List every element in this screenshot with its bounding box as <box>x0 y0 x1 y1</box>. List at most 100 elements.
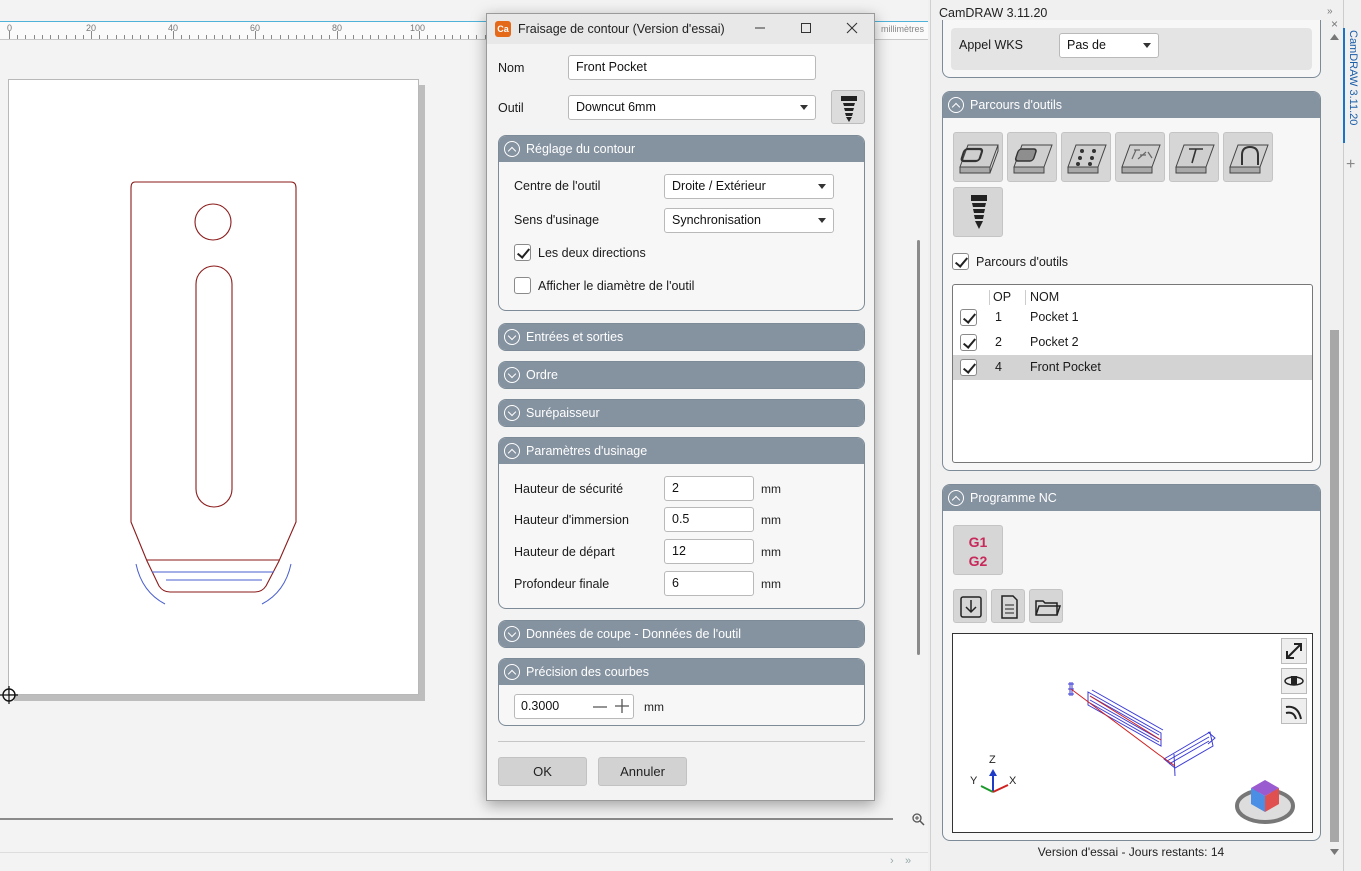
tool-center-select[interactable]: Droite / Extérieur <box>664 174 834 199</box>
machining-direction-select[interactable]: Synchronisation <box>664 208 834 233</box>
row-checkbox[interactable] <box>960 359 977 376</box>
show-tool-diameter-label: Afficher le diamètre de l'outil <box>538 279 695 293</box>
cutting-data-header[interactable]: Données de coupe - Données de l'outil <box>499 621 864 647</box>
drill-toolpath-button[interactable] <box>1061 132 1111 182</box>
toolpaths-visible-checkbox[interactable] <box>952 253 969 270</box>
final-depth-input[interactable]: 6 <box>664 571 754 596</box>
tool-toolpath-button[interactable] <box>953 187 1003 237</box>
contour-settings-header[interactable]: Réglage du contour <box>499 136 864 162</box>
overthickness-header[interactable]: Surépaisseur <box>499 400 864 426</box>
canvas-horizontal-scrollbar[interactable] <box>0 818 893 820</box>
export-nc-button[interactable] <box>953 589 987 623</box>
table-row[interactable]: 1 Pocket 1 <box>953 305 1312 330</box>
open-folder-button[interactable] <box>1029 589 1063 623</box>
chevron-right-icon[interactable]: › <box>890 855 894 867</box>
cancel-button[interactable]: Annuler <box>598 757 687 786</box>
chevron-down-icon <box>504 405 520 421</box>
gcode-g1-label: G1 <box>968 534 988 550</box>
cutting-data-panel[interactable]: Données de coupe - Données de l'outil <box>498 620 865 648</box>
nc-program-header[interactable]: Programme NC <box>943 485 1320 511</box>
unit-label: mm <box>761 482 781 496</box>
machining-parameters-header[interactable]: Paramètres d'usinage <box>499 438 864 464</box>
machining-parameters-panel: Paramètres d'usinage Hauteur de sécurité… <box>498 437 865 609</box>
wks-value: Pas de <box>1067 38 1106 52</box>
chevron-down-icon <box>800 105 808 110</box>
panel-title: Précision des courbes <box>526 665 649 679</box>
rotate-view-button[interactable] <box>1281 668 1307 694</box>
generate-gcode-button[interactable]: G1 G2 <box>953 525 1003 575</box>
toolpath-3d-viewport[interactable]: Z Y X <box>952 633 1313 833</box>
scroll-down-icon[interactable] <box>1330 848 1339 856</box>
canvas-status-strip: › » <box>0 852 928 871</box>
wks-select[interactable]: Pas de <box>1059 33 1159 58</box>
tool-center-label: Centre de l'outil <box>514 179 601 193</box>
scroll-up-icon[interactable] <box>1330 33 1339 41</box>
name-input[interactable]: Front Pocket <box>568 55 816 80</box>
name-label: Nom <box>498 61 525 75</box>
double-chevron-right-icon[interactable]: » <box>905 855 911 867</box>
start-height-input[interactable]: 12 <box>664 539 754 564</box>
section-title: Parcours d'outils <box>970 98 1063 112</box>
table-row-selected[interactable]: 4 Front Pocket <box>953 355 1312 380</box>
curve-precision-header[interactable]: Précision des courbes <box>499 659 864 685</box>
contour-toolpath-button[interactable] <box>953 132 1003 182</box>
close-icon[interactable]: × <box>1331 17 1338 31</box>
show-tool-diameter-checkbox[interactable] <box>514 277 531 294</box>
panel-title: CamDRAW 3.11.20 <box>939 6 1048 20</box>
slot-toolpath-button[interactable] <box>1223 132 1273 182</box>
view-cube <box>1235 780 1295 824</box>
text-toolpath-button[interactable] <box>1115 132 1165 182</box>
panel-title: Paramètres d'usinage <box>526 444 648 458</box>
chevron-down-icon <box>504 626 520 642</box>
wks-label: Appel WKS <box>959 38 1023 52</box>
order-header[interactable]: Ordre <box>499 362 864 388</box>
fullscreen-button[interactable] <box>1281 638 1307 664</box>
table-row[interactable]: 2 Pocket 2 <box>953 330 1312 355</box>
plunge-height-input[interactable]: 0.5 <box>664 507 754 532</box>
side-panel-scrollbar[interactable] <box>1330 330 1339 842</box>
zoom-icon[interactable] <box>911 812 925 826</box>
pocket-toolpath-button[interactable] <box>1007 132 1057 182</box>
gcode-g2-label: G2 <box>968 553 988 569</box>
plus-icon[interactable] <box>615 699 629 713</box>
row-checkbox[interactable] <box>960 334 977 351</box>
dialog-title-bar[interactable]: Ca Fraisage de contour (Version d'essai) <box>487 14 874 44</box>
panel-title: Données de coupe - Données de l'outil <box>526 627 742 641</box>
toolpaths-header[interactable]: Parcours d'outils <box>943 92 1320 118</box>
chevron-up-icon <box>948 490 964 506</box>
panel-controls: » × <box>1327 6 1343 31</box>
row-checkbox[interactable] <box>960 309 977 326</box>
minus-icon[interactable] <box>593 701 607 713</box>
maximize-button[interactable] <box>795 18 817 40</box>
entries-exits-header[interactable]: Entrées et sorties <box>499 324 864 350</box>
close-button[interactable] <box>841 18 863 40</box>
curve-precision-stepper[interactable]: 0.3000 <box>514 694 634 719</box>
minimize-button[interactable] <box>749 18 771 40</box>
double-chevron-right-icon[interactable]: » <box>1327 6 1333 17</box>
chevron-up-icon <box>504 141 520 157</box>
column-divider <box>989 290 990 305</box>
entries-exits-panel[interactable]: Entrées et sorties <box>498 323 865 351</box>
toolpath-3d-preview <box>980 682 1295 824</box>
engrave-toolpath-button[interactable] <box>1169 132 1219 182</box>
tool-select[interactable]: Downcut 6mm <box>568 95 816 120</box>
expand-icon <box>1286 643 1302 659</box>
tool-library-button[interactable] <box>831 90 865 124</box>
ok-button[interactable]: OK <box>498 757 587 786</box>
toolpath-view-button[interactable] <box>1281 698 1307 724</box>
op-name: Pocket 2 <box>1030 335 1079 349</box>
start-height-label: Hauteur de départ <box>514 545 615 559</box>
side-tab-camdraw[interactable]: CamDRAW 3.11.20 <box>1345 30 1359 125</box>
side-tab-strip <box>1343 0 1361 871</box>
order-panel[interactable]: Ordre <box>498 361 865 389</box>
safety-height-input[interactable]: 2 <box>664 476 754 501</box>
canvas-vertical-scrollbar[interactable] <box>917 240 920 655</box>
add-tab-icon[interactable]: + <box>1346 156 1355 174</box>
view-nc-file-button[interactable] <box>991 589 1025 623</box>
axis-x-label: X <box>1009 775 1017 787</box>
contour-toolpath-icon <box>959 144 999 174</box>
both-directions-checkbox[interactable] <box>514 244 531 261</box>
chevron-down-icon <box>504 329 520 345</box>
overthickness-panel[interactable]: Surépaisseur <box>498 399 865 427</box>
tool-select-value: Downcut 6mm <box>576 100 656 114</box>
